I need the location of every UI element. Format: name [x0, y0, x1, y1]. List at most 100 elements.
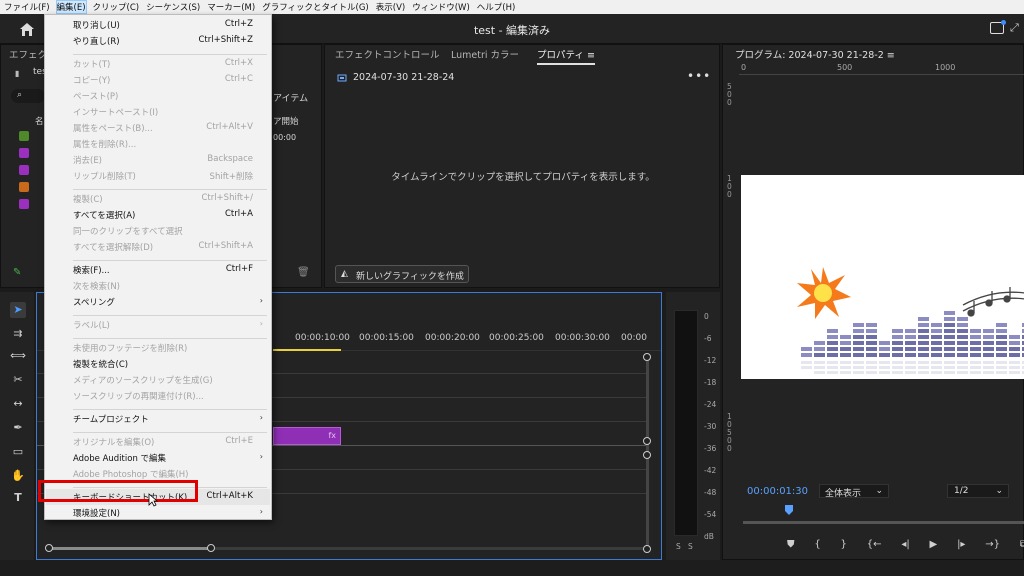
equalizer-segment — [970, 329, 981, 333]
pen-tool-icon[interactable]: ✒ — [10, 420, 26, 436]
go-to-in-icon[interactable]: {← — [867, 539, 882, 553]
razor-icon[interactable]: ✂ — [10, 372, 26, 388]
track-select-icon[interactable]: ⇉ — [10, 326, 26, 342]
menu-item[interactable]: やり直し(R) — [73, 35, 120, 47]
scroll-handle[interactable] — [207, 544, 215, 552]
submenu-arrow-icon: › — [259, 507, 263, 516]
scroll-handle[interactable] — [643, 451, 651, 459]
tab-lumetri-color[interactable]: Lumetri カラー — [451, 47, 519, 61]
equalizer-segment — [866, 323, 877, 327]
equalizer-segment — [944, 323, 955, 327]
solo-button[interactable]: S — [676, 542, 681, 551]
vruler-label: 0 — [727, 444, 732, 453]
menu-item: カット(T) — [73, 60, 111, 70]
slip-icon[interactable]: ↔ — [10, 396, 26, 412]
equalizer-segment — [931, 329, 942, 333]
rectangle-tool-icon[interactable]: ▭ — [10, 444, 26, 460]
menu-7[interactable]: ウィンドウ(W) — [412, 1, 470, 13]
equalizer-segment — [905, 335, 916, 339]
trash-icon[interactable]: 🗑 — [297, 267, 310, 278]
equalizer-reflection — [918, 366, 929, 369]
menu-item[interactable]: チームプロジェクト — [73, 413, 149, 425]
equalizer-segment — [879, 353, 890, 357]
menu-item[interactable]: スペリング — [73, 296, 115, 308]
menu-3[interactable]: シーケンス(S) — [146, 1, 200, 13]
scroll-handle[interactable] — [643, 437, 651, 445]
scroll-handle[interactable] — [643, 545, 651, 553]
scroll-handle[interactable] — [643, 353, 651, 361]
equalizer-reflection — [801, 366, 812, 369]
menu-5[interactable]: グラフィックとタイトル(G) — [262, 1, 369, 13]
step-back-icon[interactable]: ◂| — [901, 539, 909, 553]
equalizer-segment — [840, 347, 851, 351]
solo-button[interactable]: S — [688, 542, 693, 551]
equalizer-segment — [853, 341, 864, 345]
music-notes-icon — [962, 287, 1024, 317]
equalizer-segment — [892, 347, 903, 351]
insert-icon[interactable]: ⧉ — [1020, 539, 1024, 553]
step-forward-icon[interactable]: |▸ — [957, 539, 965, 553]
menu-0[interactable]: ファイル(F) — [4, 1, 50, 13]
menu-item[interactable]: 環境設定(N) — [73, 507, 120, 519]
menu-1[interactable]: 編集(E) — [55, 0, 87, 14]
menu-item[interactable]: 複製を統合(C) — [73, 358, 128, 370]
scroll-handle[interactable] — [45, 544, 53, 552]
menu-8[interactable]: ヘルプ(H) — [477, 1, 516, 13]
hand-tool-icon[interactable]: ✋ — [10, 468, 26, 484]
zoom-select[interactable]: 全体表示 ⌄ — [819, 484, 889, 499]
pen-icon[interactable]: ✎ — [13, 267, 21, 278]
equalizer-segment — [840, 353, 851, 357]
menu-item[interactable]: Adobe Audition で編集 — [73, 452, 166, 464]
menu-item[interactable]: すべてを選択(A) — [73, 209, 135, 221]
play-icon[interactable]: ▶ — [930, 539, 938, 553]
status-bar — [0, 560, 1024, 576]
menu-item: 属性をペースト(B)... — [73, 124, 153, 134]
share-icon[interactable] — [990, 20, 1006, 34]
more-options-icon[interactable]: ••• — [687, 69, 711, 83]
timeline-clip[interactable]: fx — [273, 427, 341, 445]
equalizer-reflection — [957, 366, 968, 369]
menu-item: ソースクリップの再関連付け(R)... — [73, 392, 204, 402]
tab-effects[interactable]: エフェク — [9, 47, 47, 61]
menu-item[interactable]: 検索(F)... — [73, 264, 110, 276]
equalizer-segment — [827, 341, 838, 345]
timeline-tick-label: 00:00:30:00 — [555, 333, 610, 343]
equalizer-segment — [996, 347, 1007, 351]
label-color-chip — [19, 148, 29, 158]
add-marker-icon[interactable]: ⛊ — [787, 539, 795, 553]
equalizer-reflection — [996, 371, 1007, 374]
menu-item[interactable]: 取り消し(U) — [73, 19, 120, 31]
scrubber-bar[interactable] — [743, 521, 1024, 524]
expand-icon[interactable]: ⤢ — [1010, 21, 1019, 35]
equalizer-reflection — [931, 371, 942, 374]
playhead-timecode[interactable]: 00:00:01:30 — [747, 486, 808, 497]
submenu-arrow-icon: › — [259, 452, 263, 461]
go-to-out-icon[interactable]: →} — [985, 539, 1000, 553]
menu-2[interactable]: クリップ(C) — [93, 1, 140, 13]
label-color-chip — [19, 131, 29, 141]
equalizer-segment — [866, 341, 877, 345]
resolution-select[interactable]: 1/2 ⌄ — [947, 484, 1009, 498]
new-graphic-button[interactable]: ◭ 新しいグラフィックを作成 — [335, 265, 469, 283]
mark-out-icon[interactable]: } — [841, 539, 847, 553]
work-area-bar[interactable] — [273, 349, 341, 351]
equalizer-segment — [905, 341, 916, 345]
equalizer-segment — [918, 335, 929, 339]
scroll-thumb[interactable] — [49, 547, 211, 550]
menu-6[interactable]: 表示(V) — [376, 1, 405, 13]
equalizer-reflection — [853, 366, 864, 369]
tab-effect-controls[interactable]: エフェクトコントロール — [335, 47, 440, 61]
menu-separator — [73, 54, 267, 55]
equalizer-reflection — [918, 371, 929, 374]
menu-4[interactable]: マーカー(M) — [207, 1, 255, 13]
mark-in-icon[interactable]: { — [814, 539, 820, 553]
type-tool-icon[interactable]: T — [10, 490, 26, 506]
mouse-cursor-icon — [148, 493, 158, 507]
ruler-label: 0 — [741, 63, 747, 72]
ripple-edit-icon[interactable]: ⟺ — [10, 348, 26, 364]
playhead-marker[interactable] — [785, 505, 793, 515]
selection-tool-icon[interactable]: ➤ — [10, 302, 26, 318]
tab-properties[interactable]: プロパティ ≡ — [537, 47, 595, 65]
search-field[interactable]: ⌕ — [11, 89, 45, 103]
equalizer-segment — [892, 353, 903, 357]
